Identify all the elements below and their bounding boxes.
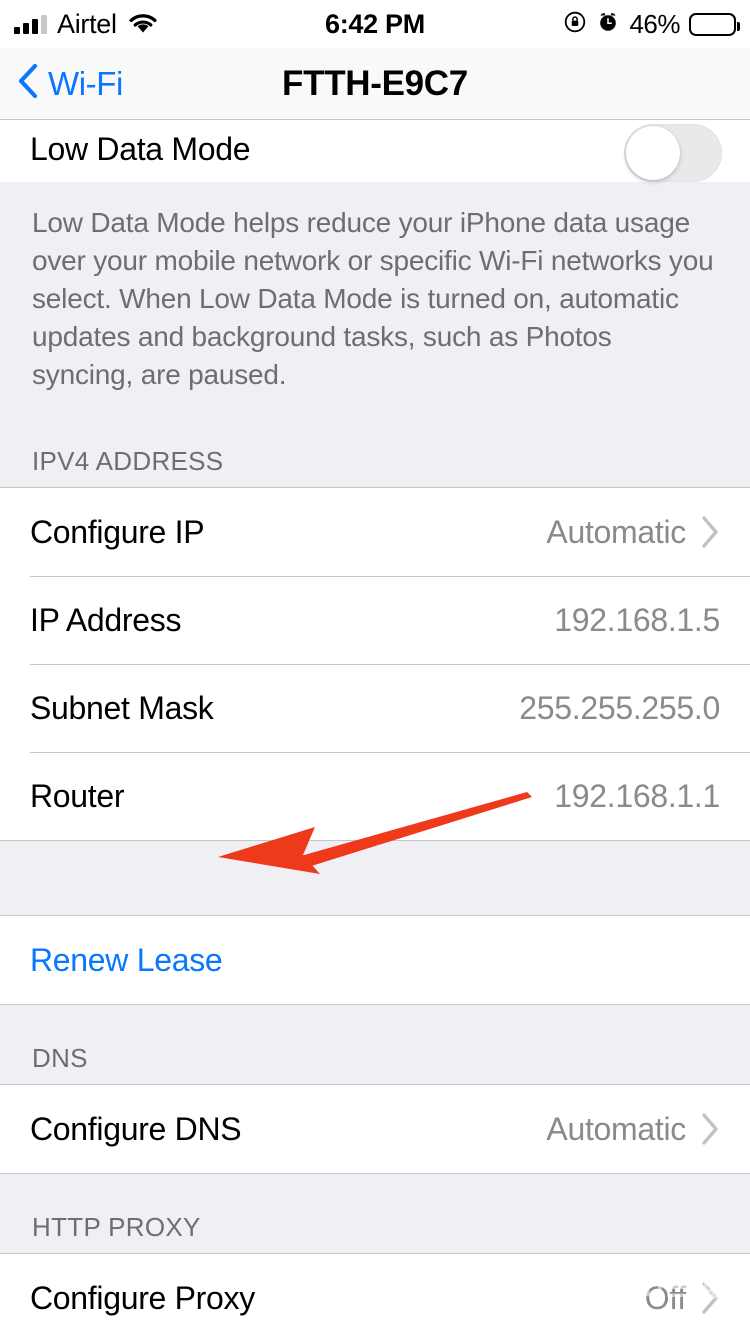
row-router-accessory: 192.168.1.1 xyxy=(554,778,720,815)
row-ip-address-label: IP Address xyxy=(30,601,182,638)
section-header-http-proxy: HTTP PROXY xyxy=(0,1174,750,1253)
status-bar-right: 46% xyxy=(563,0,740,48)
row-configure-ip-value: Automatic xyxy=(546,513,686,550)
low-data-mode-footer: Low Data Mode helps reduce your iPhone d… xyxy=(0,182,750,420)
row-router[interactable]: Router 192.168.1.1 xyxy=(0,752,750,840)
row-low-data-mode-accessory xyxy=(624,124,722,182)
row-configure-proxy-value: Off xyxy=(644,1279,687,1316)
row-configure-ip[interactable]: Configure IP Automatic xyxy=(0,488,750,576)
group-ipv4: Configure IP Automatic IP Address 192.16… xyxy=(0,487,750,841)
row-configure-dns-label: Configure DNS xyxy=(30,1110,242,1147)
row-ip-address-accessory: 192.168.1.5 xyxy=(554,602,720,639)
settings-scroll-view[interactable]: Low Data Mode Low Data Mode helps reduce… xyxy=(0,120,750,1334)
navigation-bar: Wi-Fi FTTH-E9C7 xyxy=(0,48,750,120)
row-subnet-mask-value: 255.255.255.0 xyxy=(519,689,720,726)
row-renew-lease-label: Renew Lease xyxy=(30,941,223,978)
row-subnet-mask[interactable]: Subnet Mask 255.255.255.0 xyxy=(0,664,750,752)
low-data-mode-toggle[interactable] xyxy=(624,124,722,182)
chevron-right-icon xyxy=(700,1281,720,1315)
row-configure-proxy-accessory: Off xyxy=(645,1280,720,1317)
row-subnet-mask-accessory: 255.255.255.0 xyxy=(519,690,720,727)
battery-percent-label: 46% xyxy=(629,8,680,39)
status-bar: Airtel 6:42 PM 46% xyxy=(0,0,750,48)
chevron-right-icon xyxy=(700,1112,720,1146)
toggle-knob xyxy=(626,126,680,180)
row-router-value: 192.168.1.1 xyxy=(554,777,720,814)
group-renew-lease: Renew Lease xyxy=(0,915,750,1005)
row-renew-lease[interactable]: Renew Lease xyxy=(0,916,750,1004)
section-header-dns: DNS xyxy=(0,1005,750,1084)
section-header-ipv4: IPV4 ADDRESS xyxy=(0,420,750,487)
row-low-data-mode[interactable]: Low Data Mode xyxy=(0,120,750,182)
row-configure-proxy-label: Configure Proxy xyxy=(30,1279,255,1316)
row-configure-dns-accessory: Automatic xyxy=(546,1111,720,1148)
row-configure-ip-accessory: Automatic xyxy=(546,514,720,551)
rotation-lock-icon xyxy=(563,10,587,39)
chevron-right-icon xyxy=(700,515,720,549)
row-configure-proxy[interactable]: Configure Proxy Off xyxy=(0,1254,750,1334)
section-gap-renew-lease xyxy=(0,841,750,915)
group-http-proxy: Configure Proxy Off xyxy=(0,1253,750,1334)
row-configure-dns-value: Automatic xyxy=(546,1110,686,1147)
battery-icon xyxy=(689,12,740,36)
row-ip-address-value: 192.168.1.5 xyxy=(554,601,720,638)
row-configure-dns[interactable]: Configure DNS Automatic xyxy=(0,1085,750,1173)
group-dns: Configure DNS Automatic xyxy=(0,1084,750,1174)
iphone-screen: Airtel 6:42 PM 46% Wi-Fi FTTH-E9C7 Low D… xyxy=(0,0,750,1334)
row-low-data-mode-label: Low Data Mode xyxy=(30,131,251,167)
row-subnet-mask-label: Subnet Mask xyxy=(30,689,214,726)
row-ip-address[interactable]: IP Address 192.168.1.5 xyxy=(0,576,750,664)
page-title: FTTH-E9C7 xyxy=(282,63,468,103)
row-configure-ip-label: Configure IP xyxy=(30,513,205,550)
row-router-label: Router xyxy=(30,777,125,814)
alarm-clock-icon xyxy=(596,10,620,39)
